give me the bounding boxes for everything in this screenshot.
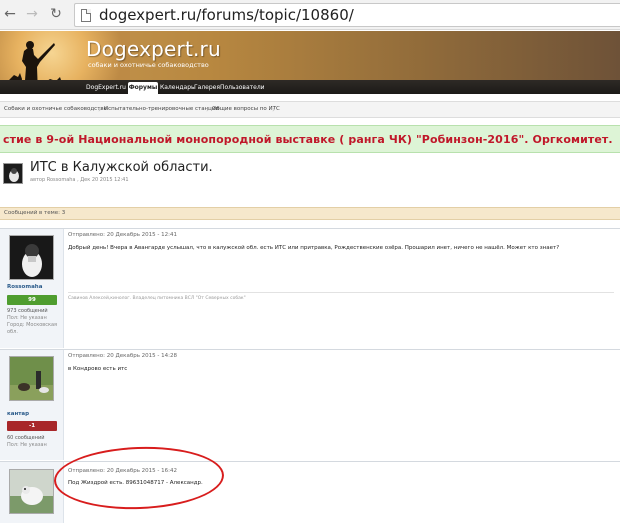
post-date: Отправлено: 20 Декабрь 2015 - 14:28 <box>68 353 178 359</box>
url-text[interactable]: dogexpert.ru/forums/topic/10860/ <box>99 6 354 24</box>
user-post-count: 60 сообщений <box>7 435 45 441</box>
reload-icon[interactable]: ↻ <box>48 6 64 22</box>
site-logo-subtitle: собаки и охотничье собаководство <box>88 61 209 69</box>
user-post-count: 973 сообщений <box>7 308 48 314</box>
signature-divider <box>68 292 614 293</box>
nav-forums[interactable]: Форумы <box>128 82 158 94</box>
avatar[interactable] <box>9 356 54 401</box>
avatar[interactable] <box>9 469 54 514</box>
browser-toolbar: ← → ↻ dogexpert.ru/forums/topic/10860/ <box>0 0 620 30</box>
post-count-bar: Сообщений в теме: 3 <box>0 207 620 220</box>
post-date: Отправлено: 20 Декабрь 2015 - 12:41 <box>68 232 178 238</box>
post-signature: Савинов Алексей,кинолог. Владелец питомн… <box>68 296 246 301</box>
announcement-text[interactable]: стие в 9-ой Национальной монопородной вы… <box>3 133 613 146</box>
page-icon <box>81 9 91 22</box>
nav-dogexpert[interactable]: DogExpert.ru <box>84 82 128 94</box>
site-logo-title[interactable]: Dogexpert.ru <box>86 37 221 61</box>
post-author-name[interactable]: Rossomaha <box>7 284 42 290</box>
breadcrumb-item[interactable]: Общие вопросы по ИТС <box>212 102 280 117</box>
reputation-badge: 99 <box>7 295 57 305</box>
breadcrumb-item[interactable]: Испытательно-тренировочные станции <box>104 102 219 117</box>
topic-title: ИТС в Калужской области. <box>30 160 213 175</box>
nav-gallery[interactable]: Галерея <box>194 82 220 94</box>
post-count: Сообщений в теме: 3 <box>4 210 66 216</box>
breadcrumb-item[interactable]: Собаки и охотничье собаководство <box>4 102 107 117</box>
address-bar[interactable]: dogexpert.ru/forums/topic/10860/ <box>74 3 620 27</box>
user-gender: Пол: Не указан <box>7 315 47 321</box>
breadcrumb: Собаки и охотничье собаководство › Испыт… <box>0 101 620 118</box>
back-icon[interactable]: ← <box>2 6 18 22</box>
nav-users[interactable]: Пользователи <box>220 82 265 94</box>
forward-icon[interactable]: → <box>24 6 40 22</box>
chevron-right-icon: › <box>272 105 276 114</box>
topic-meta: автор Rossomaha , Дек 20 2015 12:41 <box>30 177 129 183</box>
post: Rossomaha 99 973 сообщений Пол: Не указа… <box>0 229 620 348</box>
announcement-banner: стие в 9-ой Национальной монопородной вы… <box>0 125 620 153</box>
user-gender: Пол: Не указан <box>7 442 47 448</box>
post-body: в Кондрово есть итс <box>68 366 128 372</box>
post-body: Добрый день! Вчера в Авангарде услышал, … <box>68 245 560 251</box>
avatar[interactable] <box>9 235 54 280</box>
nav-calendar[interactable]: Календарь <box>160 82 195 94</box>
topic-author-avatar[interactable] <box>3 163 23 184</box>
reputation-badge: -1 <box>7 421 57 431</box>
user-city: Город: Московская обл. <box>7 322 58 335</box>
post: кантар -1 60 сообщений Пол: Не указан От… <box>0 350 620 460</box>
post-author-name[interactable]: кантар <box>7 411 29 417</box>
